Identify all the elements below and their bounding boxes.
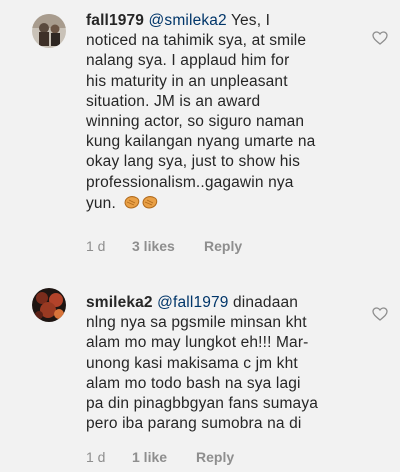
comment-line: yun. [86, 194, 116, 212]
comment-line: professionalism..gagawin nya [86, 173, 294, 191]
comment-line: his maturity in an unpleasant [86, 72, 288, 90]
comment-line: noticed na tahimik sya, at smile [86, 32, 307, 50]
comment-line: dinadaan [228, 294, 299, 311]
comment-line: pa din pinagbbgyan fans sumaya [86, 395, 318, 413]
likes-count[interactable]: 1 like [132, 449, 167, 465]
timestamp: 1 d [86, 238, 106, 254]
comment-line: winning actor, so siguro naman [86, 113, 305, 131]
avatar-image [32, 14, 66, 48]
comment-username[interactable]: fall1979 [86, 12, 144, 29]
reply-button[interactable]: Reply [204, 238, 242, 254]
likes-count[interactable]: 3 likes [132, 238, 175, 254]
comment-line: nlng nya sa pgsmile minsan kht [86, 314, 307, 332]
shrimp-emoji [122, 193, 160, 217]
comment-line: pero iba parang sumobra na di [86, 415, 302, 433]
comment-line: nalang sya. I applaud him for [86, 52, 290, 70]
comment-line: Yes, I [226, 12, 271, 29]
like-heart-icon[interactable] [372, 31, 388, 45]
avatar[interactable] [32, 288, 66, 322]
mention-link[interactable]: @fall1979 [157, 294, 228, 311]
comment-line: situation. JM is an award [86, 92, 261, 110]
avatar[interactable] [32, 14, 66, 48]
comment-username[interactable]: smileka2 [86, 294, 153, 311]
mention-link[interactable]: @smileka2 [149, 12, 227, 29]
reply-button[interactable]: Reply [196, 449, 234, 465]
comment-line: alam mo may lungkot eh!!! Mar- [86, 334, 309, 352]
comment-text: smileka2 @fall1979 dinadaan nlng nya sa … [86, 293, 366, 434]
comment-line: kung kailangan nyang umarte na [86, 133, 316, 151]
comment-line: okay lang sya, just to show his [86, 153, 301, 171]
comment-line: alam mo todo bash na sya lagi [86, 374, 301, 392]
comment-text: fall1979 @smileka2 Yes, I noticed na tah… [86, 11, 366, 217]
comment-line: unong kasi makisama c jm kht [86, 354, 298, 372]
avatar-image [32, 288, 66, 322]
like-heart-icon[interactable] [372, 307, 388, 321]
timestamp: 1 d [86, 449, 106, 465]
